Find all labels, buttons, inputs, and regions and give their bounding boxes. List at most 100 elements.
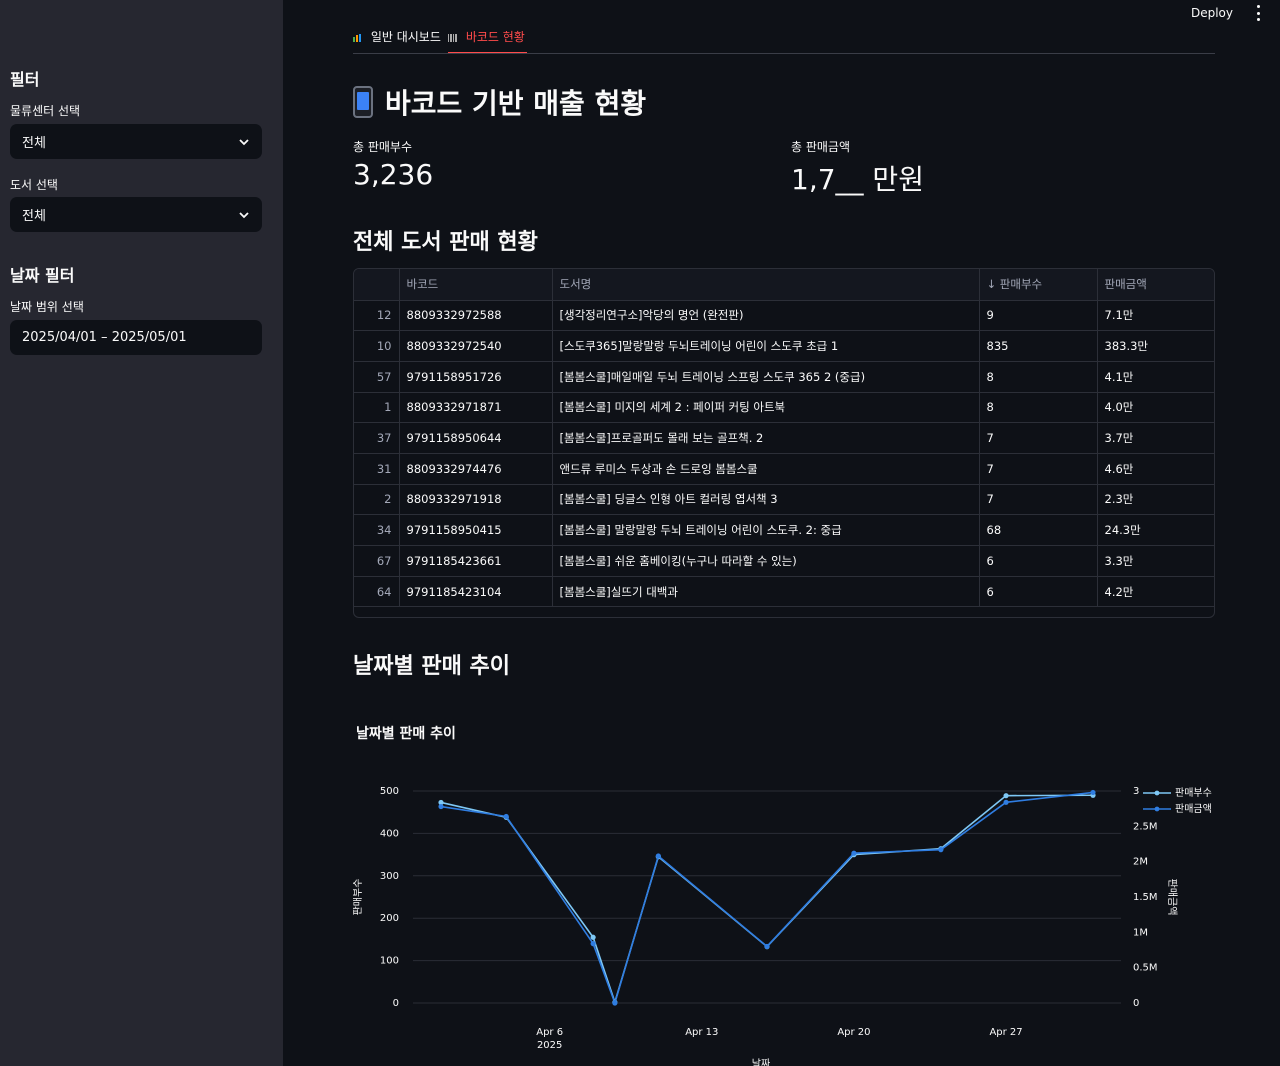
series-line-amount bbox=[440, 791, 1094, 1006]
table-section-title: 전체 도서 판매 현황 bbox=[353, 230, 538, 255]
table-row[interactable]: 57 9791158951726 [봄봄스쿨]매일매일 두뇌 트레이닝 스프링 스도… bbox=[354, 361, 1214, 393]
column-header-amount[interactable]: 판매금액 bbox=[1097, 269, 1214, 301]
y-axis-title: 판매부수 bbox=[353, 879, 364, 916]
table-row[interactable]: 64 9791185423104 [봄봄스쿨]실뜨기 대백과 6 4.2만 bbox=[354, 576, 1214, 608]
barcode-cell: 8809332974476 bbox=[399, 453, 553, 485]
amount-cell: 4.2만 bbox=[1097, 576, 1214, 608]
column-header-title[interactable]: 도서명 bbox=[552, 269, 980, 301]
data-point bbox=[438, 803, 444, 810]
barcode-cell: 8809332971871 bbox=[399, 392, 553, 424]
amount-cell: 4.0만 bbox=[1097, 392, 1214, 424]
tab-label: 일반 대시보드 bbox=[370, 30, 441, 44]
data-point bbox=[655, 853, 661, 859]
amount-cell: 4.6만 bbox=[1097, 453, 1214, 485]
book-select[interactable]: 전체 bbox=[10, 197, 262, 232]
legend-marker bbox=[1154, 790, 1160, 796]
amount-cell: 3.7만 bbox=[1097, 422, 1214, 454]
qty-cell: 68 bbox=[979, 514, 1098, 546]
y-tick-label: 100 bbox=[380, 956, 399, 967]
barcode-cell: 9791185423104 bbox=[399, 576, 553, 608]
metric-amount-value: 1,7__ 만원 bbox=[791, 163, 924, 196]
sales-trend-chart[interactable]: 0 100 200 300 400 500 0 0.5M 1M 1.5M 2M 2.5M 3 Apr 6 A… bbox=[353, 760, 1215, 1066]
x-tick-label: Apr 20 bbox=[837, 1027, 870, 1038]
title-cell: [봄봄스쿨] 말랑말랑 두뇌 트레이닝 어린이 스도쿠. 2: 중급 bbox=[552, 514, 980, 546]
table-row[interactable]: 2 8809332971918 [봄봄스쿨] 딩글스 인형 아트 컬러링 엽서책 3… bbox=[354, 484, 1214, 516]
series-line-qty bbox=[440, 794, 1094, 1005]
table-row[interactable]: 31 8809332974476 앤드류 루미스 두상과 손 드로잉 봄봄스쿨 7 4.… bbox=[354, 453, 1214, 485]
y2-tick-label: 2M bbox=[1133, 857, 1148, 868]
table-row[interactable]: 67 9791185423661 [봄봄스쿨] 쉬운 홈베이킹(누구나 따라할 수 … bbox=[354, 545, 1214, 577]
date-filter-heading: 날짜 필터 bbox=[10, 266, 75, 285]
table-row[interactable]: 10 8809332972540 [스도쿠365]말랑말랑 두뇌트레이닝 어린이 스… bbox=[354, 330, 1214, 362]
barcode-cell: 8809332971918 bbox=[399, 484, 553, 516]
data-point bbox=[1090, 789, 1096, 796]
qty-cell: 8 bbox=[979, 392, 1098, 424]
qty-cell: 835 bbox=[979, 330, 1098, 362]
kebab-menu-icon[interactable] bbox=[1255, 5, 1261, 21]
chart-title: 날짜별 판매 추이 bbox=[356, 726, 456, 742]
x-tick-year: 2025 bbox=[537, 1040, 562, 1051]
barcode-cell: 9791158950415 bbox=[399, 514, 553, 546]
chevron-down-icon bbox=[239, 138, 249, 145]
barcode-cell: 9791185423661 bbox=[399, 545, 553, 577]
y-tick-label: 200 bbox=[380, 913, 399, 924]
y2-tick-label: 3 bbox=[1133, 786, 1139, 797]
title-cell: [봄봄스쿨] 미지의 세계 2 : 페이퍼 커팅 아트북 bbox=[552, 392, 980, 424]
data-point bbox=[851, 850, 857, 856]
mobile-phone-icon bbox=[353, 86, 373, 118]
center-select-label: 물류센터 선택 bbox=[10, 104, 81, 118]
metric-qty-value: 3,236 bbox=[353, 158, 434, 191]
book-select-label: 도서 선택 bbox=[10, 178, 58, 192]
qty-cell: 7 bbox=[979, 422, 1098, 454]
y-tick-label: 300 bbox=[380, 871, 399, 882]
column-header-barcode[interactable]: 바코드 bbox=[399, 269, 553, 301]
row-index: 64 bbox=[354, 576, 400, 608]
barcode-cell: 8809332972540 bbox=[399, 330, 553, 362]
data-point bbox=[938, 847, 944, 853]
y2-tick-label: 0 bbox=[1133, 998, 1139, 1009]
x-tick-label: Apr 6 bbox=[536, 1027, 563, 1038]
page-title: 바코드 기반 매출 현황 bbox=[353, 82, 646, 122]
deploy-button[interactable]: Deploy bbox=[1191, 6, 1233, 20]
book-select-value: 전체 bbox=[22, 209, 46, 224]
amount-cell: 7.1만 bbox=[1097, 300, 1214, 332]
qty-cell: 7 bbox=[979, 484, 1098, 516]
data-point bbox=[503, 813, 509, 820]
y2-tick-label: 1M bbox=[1133, 927, 1148, 938]
table-row[interactable]: 34 9791158950415 [봄봄스쿨] 말랑말랑 두뇌 트레이닝 어린이 스… bbox=[354, 514, 1214, 546]
sales-table[interactable]: 바코드 도서명 ↓ 판매부수 판매금액 12 8809332972588 [생각정리… bbox=[353, 268, 1215, 618]
center-select[interactable]: 전체 bbox=[10, 124, 262, 159]
title-cell: [스도쿠365]말랑말랑 두뇌트레이닝 어린이 스도쿠 초급 1 bbox=[552, 330, 980, 362]
column-header-qty[interactable]: ↓ 판매부수 bbox=[979, 269, 1098, 301]
tab-label: 바코드 현황 bbox=[465, 30, 525, 44]
y-tick-label: 0 bbox=[393, 998, 399, 1009]
page-title-text: 바코드 기반 매출 현황 bbox=[385, 87, 647, 120]
title-cell: [봄봄스쿨]실뜨기 대백과 bbox=[552, 576, 980, 608]
barcode-icon bbox=[448, 33, 457, 42]
metric-qty-label: 총 판매부수 bbox=[353, 140, 413, 154]
date-range-label: 날짜 범위 선택 bbox=[10, 300, 84, 314]
tab-general-dashboard[interactable]: 일반 대시보드 bbox=[353, 24, 441, 53]
x-axis-title: 날짜 bbox=[752, 1058, 770, 1066]
qty-cell: 9 bbox=[979, 300, 1098, 332]
legend-marker bbox=[1154, 806, 1160, 812]
date-range-input[interactable]: 2025/04/01 – 2025/05/01 bbox=[10, 320, 262, 355]
table-row[interactable]: 37 9791158950644 [봄봄스쿨]프로골퍼도 몰래 보는 골프책. 27… bbox=[354, 422, 1214, 454]
table-header-row: 바코드 도서명 ↓ 판매부수 판매금액 bbox=[354, 269, 1214, 301]
y-tick-label: 500 bbox=[380, 786, 399, 797]
row-index: 37 bbox=[354, 422, 400, 454]
tab-barcode-status[interactable]: 바코드 현황 bbox=[448, 24, 527, 53]
barcode-cell: 8809332972588 bbox=[399, 300, 553, 332]
table-row[interactable]: 1 8809332971871 [봄봄스쿨] 미지의 세계 2 : 페이퍼 커팅 아… bbox=[354, 392, 1214, 424]
data-point bbox=[612, 1000, 618, 1006]
metric-amount-label: 총 판매금액 bbox=[791, 140, 851, 154]
y2-axis-title: 판매금액 bbox=[1166, 879, 1178, 916]
x-tick-label: Apr 13 bbox=[685, 1027, 718, 1038]
title-cell: [봄봄스쿨]프로골퍼도 몰래 보는 골프책. 2 bbox=[552, 422, 980, 454]
y2-tick-label: 2.5M bbox=[1133, 821, 1158, 832]
row-index: 10 bbox=[354, 330, 400, 362]
table-row[interactable]: 12 8809332972588 [생각정리연구소]악당의 명언 (완전판) 9 7.1… bbox=[354, 300, 1214, 332]
amount-cell: 4.1만 bbox=[1097, 361, 1214, 393]
qty-cell: 8 bbox=[979, 361, 1098, 393]
sidebar: 필터 물류센터 선택 전체 도서 선택 전체 날짜 필터 날짜 범위 선택 20… bbox=[0, 0, 283, 1066]
